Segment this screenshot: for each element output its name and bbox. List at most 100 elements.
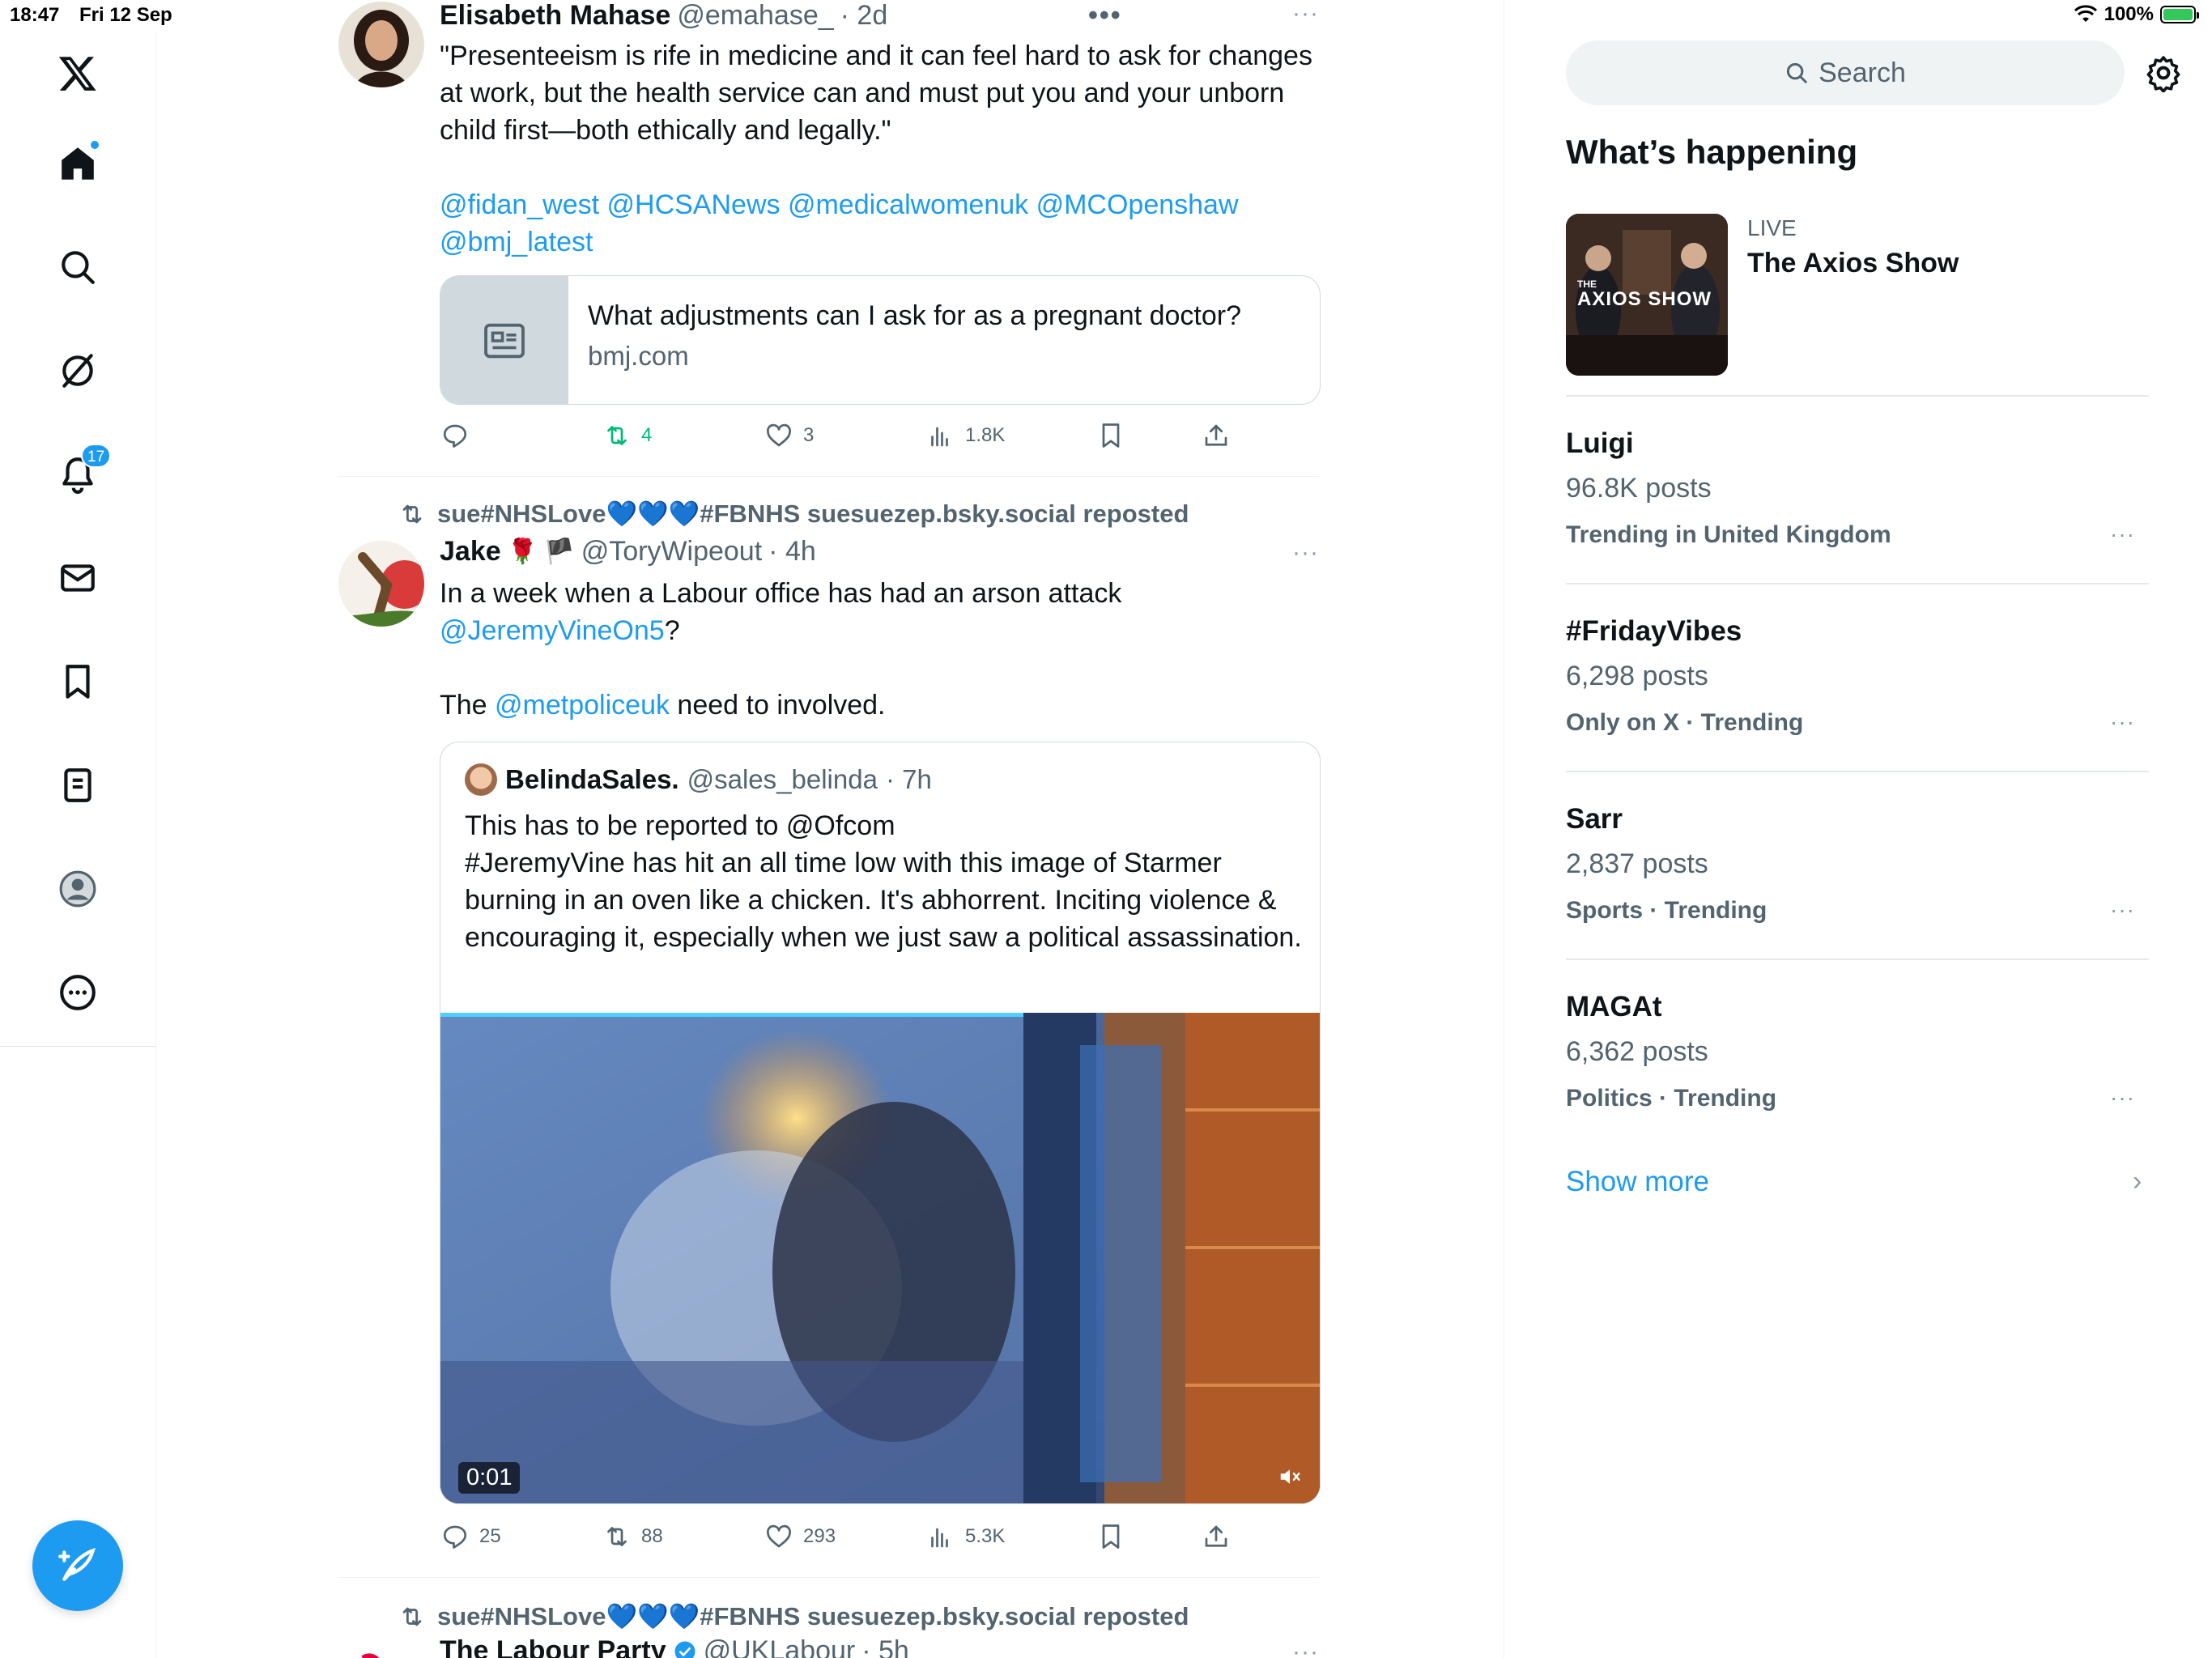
trend-divider bbox=[1566, 395, 2149, 397]
views-count: 5.3K bbox=[965, 1525, 1006, 1547]
quote-author-name: BelindaSales. bbox=[505, 764, 679, 794]
trend-name: Sarr bbox=[1566, 803, 1623, 835]
trend-more-icon[interactable]: ··· bbox=[2110, 709, 2135, 735]
x-logo-icon[interactable] bbox=[45, 40, 110, 105]
grok-icon[interactable] bbox=[45, 338, 110, 403]
repost-by-text[interactable]: sue#NHSLove💙💙💙#FBNHS suesuezep.bsky.soci… bbox=[437, 1601, 1189, 1631]
verified-badge-icon bbox=[674, 1641, 696, 1658]
avatar[interactable] bbox=[338, 2, 424, 87]
lists-icon[interactable] bbox=[45, 753, 110, 818]
tweet-actions: 4 3 1.8K bbox=[440, 421, 1234, 453]
tweet-more-icon[interactable]: ··· bbox=[1292, 539, 1319, 567]
views-icon bbox=[931, 1528, 948, 1548]
share-icon bbox=[1205, 1525, 1227, 1547]
tweet-mentions[interactable]: @bmj_latest bbox=[440, 223, 593, 261]
video-frame bbox=[440, 1013, 1320, 1503]
tweet-time[interactable]: · 4h bbox=[768, 536, 816, 568]
bookmark-button[interactable] bbox=[1096, 1522, 1125, 1551]
repost-by-text[interactable]: sue#NHSLove💙💙💙#FBNHS suesuezep.bsky.soci… bbox=[437, 499, 1189, 529]
mute-icon[interactable] bbox=[1278, 1465, 1302, 1489]
sidebar-nav: 17 bbox=[0, 32, 156, 1658]
trend-posts: 6,298 posts bbox=[1566, 661, 1708, 691]
bookmark-button[interactable] bbox=[1096, 421, 1125, 450]
author-handle[interactable]: @emahase_ bbox=[677, 0, 833, 32]
video-timestamp: 0:01 bbox=[458, 1462, 521, 1494]
avatar[interactable] bbox=[338, 1642, 424, 1658]
repost-context: sue#NHSLove💙💙💙#FBNHS suesuezep.bsky.soci… bbox=[398, 1601, 1189, 1631]
trend-posts: 2,837 posts bbox=[1566, 848, 1708, 879]
like-button[interactable]: 3 bbox=[764, 421, 814, 450]
trend-divider bbox=[1566, 771, 2149, 772]
repost-icon bbox=[402, 504, 422, 523]
quote-card[interactable]: BelindaSales. @sales_belinda · 7h This h… bbox=[440, 742, 1321, 1504]
search-input[interactable]: Search bbox=[1566, 40, 2125, 105]
reply-count: 25 bbox=[479, 1525, 501, 1547]
quote-text: This has to be reported to @Ofcom #Jerem… bbox=[465, 810, 1302, 953]
trend-more-icon[interactable]: ··· bbox=[2110, 897, 2135, 923]
trend-context: Politics · Trending bbox=[1566, 1085, 1777, 1112]
share-button[interactable] bbox=[1202, 1522, 1231, 1551]
author-name[interactable]: Elisabeth Mahase bbox=[440, 0, 670, 32]
gear-icon[interactable] bbox=[2144, 53, 2183, 92]
show-more-link[interactable]: Show more bbox=[1566, 1166, 1709, 1198]
search-icon[interactable] bbox=[45, 235, 110, 300]
home-icon[interactable] bbox=[45, 131, 110, 196]
tweet-mention[interactable]: @JeremyVineOn5 bbox=[440, 615, 665, 646]
reply-button[interactable]: 25 bbox=[440, 1522, 501, 1551]
tweet-mention[interactable]: @metpoliceuk bbox=[495, 690, 670, 721]
author-name[interactable]: Jake bbox=[440, 536, 501, 568]
tweet-divider bbox=[338, 1577, 1320, 1578]
author-handle[interactable]: @ToryWipeout bbox=[581, 536, 762, 568]
video-player[interactable]: 0:01 bbox=[440, 1013, 1320, 1503]
avatar[interactable] bbox=[338, 541, 424, 627]
quote-avatar bbox=[465, 763, 497, 796]
views-button[interactable]: 5.3K bbox=[926, 1522, 1005, 1551]
author-handle[interactable]: @UKLabour bbox=[704, 1635, 856, 1658]
trend-more-icon[interactable]: ··· bbox=[2110, 521, 2135, 547]
like-button[interactable]: 293 bbox=[764, 1522, 836, 1551]
profile-icon[interactable] bbox=[45, 857, 110, 921]
tweet-text-fragment: need to involved. bbox=[669, 690, 886, 721]
bookmarks-icon[interactable] bbox=[45, 649, 110, 714]
repost-button[interactable]: 88 bbox=[602, 1522, 663, 1551]
author-flags: 🌹 🏴 bbox=[507, 538, 575, 565]
status-date: Fri 12 Sep bbox=[79, 4, 172, 26]
reply-button[interactable] bbox=[440, 421, 479, 450]
link-card[interactable]: What adjustments can I ask for as a preg… bbox=[440, 275, 1321, 405]
repost-button[interactable]: 4 bbox=[602, 421, 652, 450]
compose-button[interactable] bbox=[32, 1520, 123, 1611]
live-thumbnail[interactable]: THE AXIOS SHOW bbox=[1566, 214, 1728, 376]
bookmark-icon bbox=[1102, 423, 1120, 448]
right-sidebar: Search What’s happening THE AXIOS SHOW L… bbox=[1504, 0, 2212, 1658]
more-dots-icon[interactable]: ••• bbox=[1088, 0, 1122, 32]
heart-icon bbox=[767, 423, 791, 447]
notifications-icon[interactable]: 17 bbox=[45, 442, 112, 507]
trend-divider bbox=[1566, 583, 2149, 585]
trend-name: #FridayVibes bbox=[1566, 615, 1742, 647]
live-label: LIVE bbox=[1747, 215, 1797, 240]
tweet-time[interactable]: · 5h bbox=[861, 1635, 909, 1658]
tweet-more-icon[interactable]: ··· bbox=[1292, 1639, 1319, 1658]
tweet-author-row: Jake 🌹 🏴 @ToryWipeout · 4h bbox=[440, 536, 816, 568]
views-button[interactable]: 1.8K bbox=[926, 421, 1005, 450]
trend-context: Trending in United Kingdom bbox=[1566, 521, 1891, 548]
author-name[interactable]: The Labour Party bbox=[440, 1635, 666, 1658]
search-icon bbox=[1787, 62, 1807, 83]
quote-time: · 7h bbox=[885, 764, 932, 794]
tweet-text-line: @JeremyVineOn5? bbox=[440, 612, 680, 649]
more-icon[interactable] bbox=[45, 960, 110, 1025]
trend-more-icon[interactable]: ··· bbox=[2110, 1085, 2135, 1111]
tweet-time[interactable]: · 2d bbox=[840, 0, 888, 32]
tweet-actions: 25 88 293 5.3K bbox=[440, 1522, 1234, 1554]
article-icon bbox=[484, 323, 525, 359]
trend-context: Sports · Trending bbox=[1566, 897, 1767, 924]
tweet-mentions[interactable]: @fidan_west @HCSANews @medicalwomenuk @M… bbox=[440, 186, 1239, 223]
live-title[interactable]: The Axios Show bbox=[1747, 248, 1959, 279]
messages-icon[interactable] bbox=[45, 546, 110, 610]
share-button[interactable] bbox=[1202, 421, 1231, 450]
live-thumb-text: AXIOS SHOW bbox=[1577, 288, 1712, 310]
repost-icon bbox=[402, 1607, 422, 1626]
tweet-more-icon[interactable]: ··· bbox=[1292, 0, 1319, 28]
reply-icon bbox=[443, 1525, 467, 1549]
quote-author-handle: @sales_belinda bbox=[687, 764, 878, 794]
